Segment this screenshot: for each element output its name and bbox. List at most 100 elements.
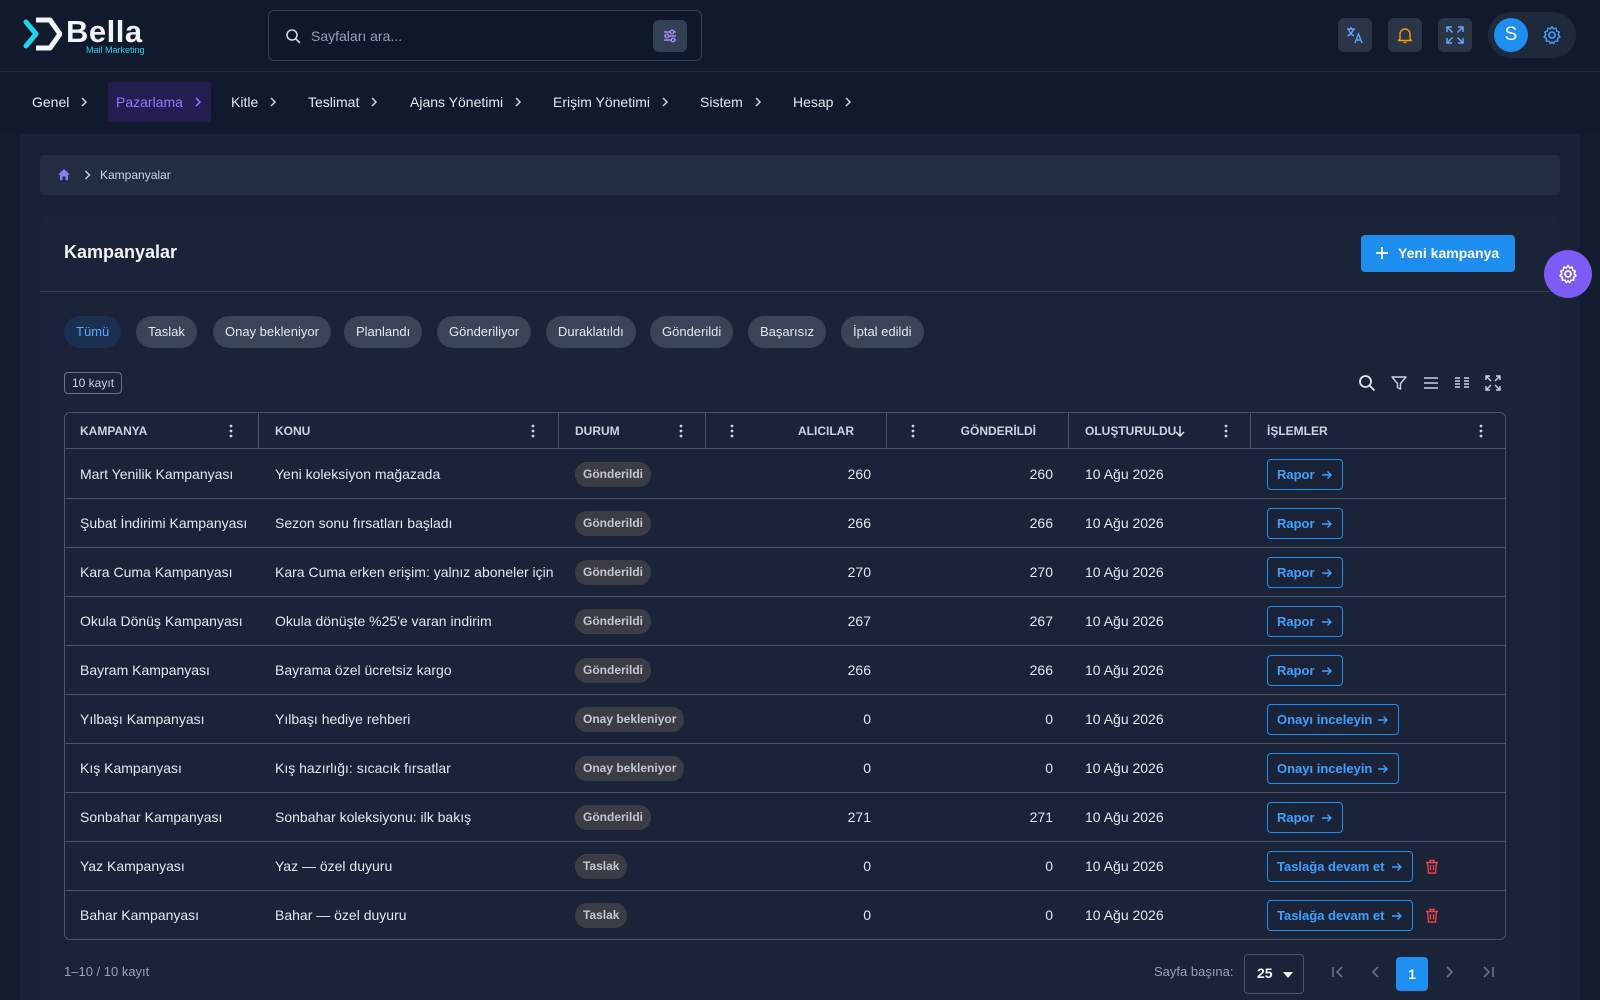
first-page-icon[interactable] xyxy=(1327,961,1349,983)
menu-item-kitle[interactable]: Kitle xyxy=(223,82,286,122)
breadcrumb-current: Kampanyalar xyxy=(100,168,171,182)
column-header-status[interactable]: DURUM xyxy=(559,413,706,449)
table-row[interactable]: Yaz Kampanyası Yaz — özel duyuru Taslak 0 0 1… xyxy=(65,842,1505,891)
next-page-icon[interactable] xyxy=(1438,961,1460,983)
home-icon[interactable] xyxy=(57,168,71,181)
column-menu-icon[interactable] xyxy=(1479,424,1483,438)
gear-icon[interactable] xyxy=(1542,25,1562,45)
campaign-name[interactable]: Sonbahar Kampanyası xyxy=(80,793,255,842)
table-row[interactable]: Şubat İndirimi Kampanyası Sezon sonu fırs… xyxy=(65,499,1505,548)
theme-settings-button[interactable] xyxy=(1544,250,1592,298)
arrow-right-icon xyxy=(1322,667,1332,675)
campaign-name[interactable]: Okula Dönüş Kampanyası xyxy=(80,597,255,646)
menu-item-sistem[interactable]: Sistem xyxy=(692,82,771,122)
menu-item-pazarlama[interactable]: Pazarlama xyxy=(108,82,211,122)
filter-chip-all[interactable]: Tümü xyxy=(64,316,122,348)
delete-icon[interactable] xyxy=(1425,908,1439,923)
filter-chip-sent[interactable]: Gönderildi xyxy=(650,316,734,348)
row-action-button[interactable]: Rapor xyxy=(1267,802,1343,833)
sent-count: 266 xyxy=(1029,662,1053,678)
campaign-subject: Bahar — özel duyuru xyxy=(275,907,407,923)
filter-chip-scheduled[interactable]: Planlandı xyxy=(344,316,423,348)
filter-chip-cancelled[interactable]: İptal edildi xyxy=(841,316,924,348)
pagination-range: 1–10 / 10 kayıt xyxy=(64,964,150,979)
recipients-count: 270 xyxy=(847,564,871,580)
table-row[interactable]: Kara Cuma Kampanyası Kara Cuma erken eriş… xyxy=(65,548,1505,597)
menu-item-genel[interactable]: Genel xyxy=(24,82,97,122)
row-action-button[interactable]: Rapor xyxy=(1267,459,1343,490)
column-menu-icon[interactable] xyxy=(730,424,734,438)
row-action-button[interactable]: Onayı inceleyin xyxy=(1267,704,1399,735)
table-row[interactable]: Yılbaşı Kampanyası Yılbaşı hediye rehberi… xyxy=(65,695,1505,744)
page-button-current[interactable]: 1 xyxy=(1396,957,1428,991)
new-campaign-button[interactable]: Yeni kampanya xyxy=(1361,235,1515,272)
columns-icon[interactable] xyxy=(1453,374,1471,392)
delete-icon[interactable] xyxy=(1425,859,1439,874)
table-row[interactable]: Kış Kampanyası Kış hazırlığı: sıcacık fır… xyxy=(65,744,1505,793)
column-menu-icon[interactable] xyxy=(229,424,233,438)
row-action-button[interactable]: Taslağa devam et xyxy=(1267,900,1413,931)
row-action-button[interactable]: Rapor xyxy=(1267,557,1343,588)
filter-chip-paused[interactable]: Duraklatıldı xyxy=(546,316,636,348)
sort-descending-icon[interactable] xyxy=(1175,425,1185,437)
previous-page-icon[interactable] xyxy=(1365,961,1387,983)
column-header-sent[interactable]: GÖNDERİLDİ xyxy=(887,413,1069,449)
row-action-button[interactable]: Rapor xyxy=(1267,508,1343,539)
table-row[interactable]: Bahar Kampanyası Bahar — özel duyuru Tasla… xyxy=(65,891,1505,939)
column-header-subject[interactable]: KONU xyxy=(259,413,559,449)
campaign-name[interactable]: Bahar Kampanyası xyxy=(80,891,255,939)
row-action-button[interactable]: Taslağa devam et xyxy=(1267,851,1413,882)
campaign-name[interactable]: Şubat İndirimi Kampanyası xyxy=(80,499,255,548)
campaign-name[interactable]: Kara Cuma Kampanyası xyxy=(80,548,255,597)
search-input[interactable] xyxy=(311,23,631,49)
content-area: Kampanyalar Kampanyalar Yeni kampanya Tü… xyxy=(20,134,1580,1000)
menu-item-teslimat[interactable]: Teslimat xyxy=(300,82,387,122)
column-header-actions[interactable]: İŞLEMLER xyxy=(1251,413,1505,449)
row-action-button[interactable]: Rapor xyxy=(1267,655,1343,686)
menu-item-hesap[interactable]: Hesap xyxy=(785,82,861,122)
search-icon[interactable] xyxy=(1358,374,1376,392)
user-menu[interactable]: S xyxy=(1488,12,1576,58)
row-action-button[interactable]: Rapor xyxy=(1267,606,1343,637)
column-header-created[interactable]: OLUŞTURULDU xyxy=(1069,413,1251,449)
table-row[interactable]: Sonbahar Kampanyası Sonbahar koleksiyonu:… xyxy=(65,793,1505,842)
record-count-badge: 10 kayıt xyxy=(64,372,123,394)
row-action-button[interactable]: Onayı inceleyin xyxy=(1267,753,1399,784)
per-page-select[interactable]: 25 xyxy=(1244,954,1304,994)
density-icon[interactable] xyxy=(1422,374,1440,392)
language-button[interactable] xyxy=(1338,18,1372,52)
column-header-recipients[interactable]: ALICILAR xyxy=(706,413,887,449)
campaign-name[interactable]: Kış Kampanyası xyxy=(80,744,255,793)
column-menu-icon[interactable] xyxy=(679,424,683,438)
fullscreen-icon[interactable] xyxy=(1484,374,1502,392)
fullscreen-button[interactable] xyxy=(1438,18,1472,52)
menu-item-erisim-yonetimi[interactable]: Erişim Yönetimi xyxy=(545,82,678,122)
column-menu-icon[interactable] xyxy=(911,424,915,438)
column-header-campaign[interactable]: KAMPANYA xyxy=(65,413,259,449)
filter-chip-failed[interactable]: Başarısız xyxy=(748,316,827,348)
campaign-name[interactable]: Yılbaşı Kampanyası xyxy=(80,695,255,744)
campaign-name[interactable]: Bayram Kampanyası xyxy=(80,646,255,695)
filter-icon[interactable] xyxy=(1390,374,1408,392)
search-filter-button[interactable] xyxy=(653,20,687,52)
table-row[interactable]: Bayram Kampanyası Bayrama özel ücretsiz k… xyxy=(65,646,1505,695)
filter-chip-pending-approval[interactable]: Onay bekleniyor xyxy=(213,316,331,348)
campaign-name[interactable]: Mart Yenilik Kampanyası xyxy=(80,450,255,499)
notifications-button[interactable] xyxy=(1388,18,1422,52)
campaigns-card: Kampanyalar Yeni kampanya Tümü Taslak On… xyxy=(40,216,1560,1000)
row-action-label: Rapor xyxy=(1277,565,1315,580)
filter-chip-sending[interactable]: Gönderiliyor xyxy=(437,316,532,348)
menu-item-label: Hesap xyxy=(793,94,834,110)
table-row[interactable]: Mart Yenilik Kampanyası Yeni koleksiyon m… xyxy=(65,450,1505,499)
row-action-label: Taslağa devam et xyxy=(1277,859,1385,874)
app-logo[interactable]: Bella Mail Marketing xyxy=(22,14,162,58)
campaign-name[interactable]: Yaz Kampanyası xyxy=(80,842,255,891)
sent-count: 0 xyxy=(1045,858,1053,874)
filter-chip-draft[interactable]: Taslak xyxy=(136,316,197,348)
avatar[interactable]: S xyxy=(1494,18,1528,52)
column-menu-icon[interactable] xyxy=(1224,424,1228,438)
column-menu-icon[interactable] xyxy=(531,424,535,438)
last-page-icon[interactable] xyxy=(1477,961,1499,983)
menu-item-ajans-yonetimi[interactable]: Ajans Yönetimi xyxy=(402,82,531,122)
table-row[interactable]: Okula Dönüş Kampanyası Okula dönüşte %25'… xyxy=(65,597,1505,646)
